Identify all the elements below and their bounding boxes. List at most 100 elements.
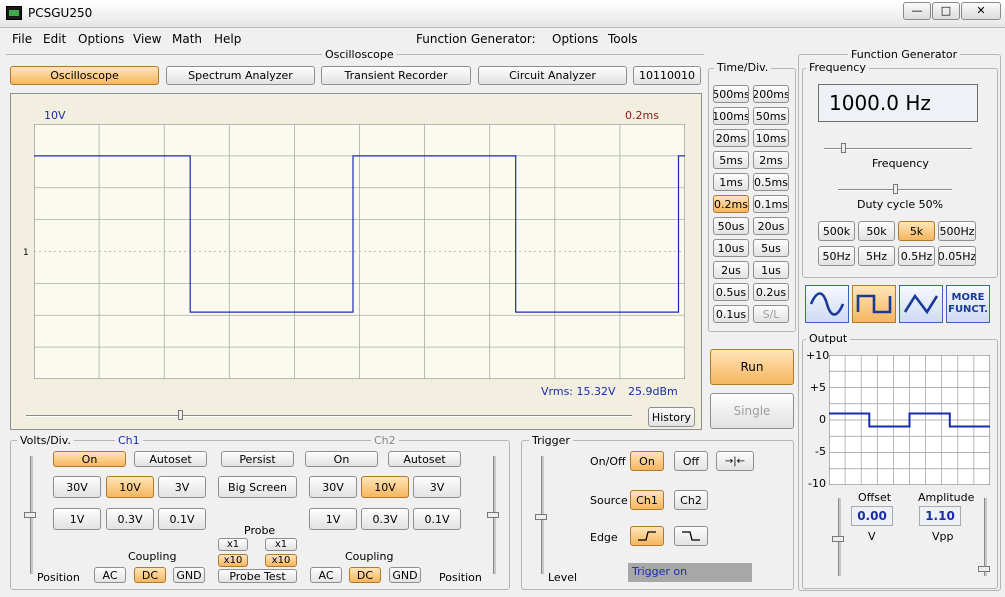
big-screen-button[interactable]: Big Screen — [218, 476, 297, 498]
sine-wave-icon[interactable] — [805, 285, 849, 323]
timediv-button-5ms[interactable]: 5ms — [713, 151, 749, 169]
more-functions-button[interactable]: MORE FUNCT. — [946, 285, 990, 323]
minimize-button[interactable]: — — [903, 2, 931, 20]
fg-range-0-5hz[interactable]: 0.5Hz — [898, 246, 935, 266]
menu-options[interactable]: Options — [78, 32, 124, 46]
amplitude-slider[interactable] — [984, 498, 987, 576]
offset-slider-thumb[interactable] — [832, 536, 844, 542]
timediv-button-2us[interactable]: 2us — [713, 261, 749, 279]
ch1-position-thumb[interactable] — [24, 512, 36, 518]
ch1-range-1v[interactable]: 1V — [53, 508, 101, 530]
frequency-slider[interactable] — [824, 148, 972, 150]
duty-cycle-thumb[interactable] — [893, 184, 898, 194]
timediv-button-0-2ms[interactable]: 0.2ms — [713, 195, 749, 213]
ch2-coupling-ac[interactable]: AC — [310, 567, 342, 583]
ch1-range-30v[interactable]: 30V — [53, 476, 101, 498]
fg-range-5hz[interactable]: 5Hz — [858, 246, 895, 266]
trigger-source-ch1[interactable]: Ch1 — [630, 490, 664, 510]
timediv-button-10us[interactable]: 10us — [713, 239, 749, 257]
offset-value[interactable]: 0.00 — [851, 506, 893, 526]
ch2-autoset-button[interactable]: Autoset — [388, 451, 461, 467]
rising-edge-icon[interactable] — [630, 526, 664, 546]
ch2-coupling-dc[interactable]: DC — [349, 567, 381, 583]
maximize-button[interactable]: □ — [932, 2, 960, 20]
ch1-range-10v[interactable]: 10V — [106, 476, 154, 498]
ch2-range-0-1v[interactable]: 0.1V — [413, 508, 461, 530]
timediv-button-20ms[interactable]: 20ms — [713, 129, 749, 147]
menu-math[interactable]: Math — [172, 32, 202, 46]
timediv-button-0-1ms[interactable]: 0.1ms — [753, 195, 789, 213]
timediv-button-10ms[interactable]: 10ms — [753, 129, 789, 147]
frequency-slider-thumb[interactable] — [841, 143, 846, 153]
tab-transient-recorder[interactable]: Transient Recorder — [321, 66, 471, 85]
menu-edit[interactable]: Edit — [43, 32, 66, 46]
triangle-wave-icon[interactable] — [899, 285, 943, 323]
fg-range-5k[interactable]: 5k — [898, 221, 935, 241]
ch2-range-3v[interactable]: 3V — [413, 476, 461, 498]
tab-logic-analyzer[interactable]: 10110010 — [633, 66, 701, 85]
timediv-button-0-2us[interactable]: 0.2us — [753, 283, 789, 301]
ch2-range-0-3v[interactable]: 0.3V — [361, 508, 409, 530]
ch2-range-30v[interactable]: 30V — [309, 476, 357, 498]
fg-range-50k[interactable]: 50k — [858, 221, 895, 241]
ch2-range-10v[interactable]: 10V — [361, 476, 409, 498]
ch2-probe-x1[interactable]: x1 — [265, 538, 297, 551]
timediv-button-200ms[interactable]: 200ms — [753, 85, 789, 103]
ch2-probe-x10[interactable]: x10 — [265, 554, 297, 567]
ch1-coupling-ac[interactable]: AC — [94, 567, 126, 583]
single-button[interactable]: Single — [710, 393, 794, 429]
fg-range-500hz[interactable]: 500Hz — [938, 221, 976, 241]
ch1-on-button[interactable]: On — [53, 451, 126, 467]
probe-test-button[interactable]: Probe Test — [218, 569, 297, 583]
timediv-button-0-5us[interactable]: 0.5us — [713, 283, 749, 301]
ch2-coupling-gnd[interactable]: GND — [389, 567, 421, 583]
timediv-button-20us[interactable]: 20us — [753, 217, 789, 235]
ch2-position-thumb[interactable] — [487, 512, 499, 518]
trigger-on-button[interactable]: On — [630, 451, 664, 471]
fg-range-0-05hz[interactable]: 0.05Hz — [938, 246, 976, 266]
menu-fg-tools[interactable]: Tools — [608, 32, 638, 46]
ch1-coupling-gnd[interactable]: GND — [173, 567, 205, 583]
timediv-button-0-1us[interactable]: 0.1us — [713, 305, 749, 323]
square-wave-icon[interactable] — [852, 285, 896, 323]
trigger-off-button[interactable]: Off — [674, 451, 708, 471]
ch1-range-0-1v[interactable]: 0.1V — [158, 508, 206, 530]
ch2-range-1v[interactable]: 1V — [309, 508, 357, 530]
tab-oscilloscope[interactable]: Oscilloscope — [10, 66, 159, 85]
timediv-button-0-5ms[interactable]: 0.5ms — [753, 173, 789, 191]
amplitude-value[interactable]: 1.10 — [919, 506, 961, 526]
ch2-on-button[interactable]: On — [305, 451, 378, 467]
close-button[interactable]: ✕ — [961, 2, 1001, 20]
menu-file[interactable]: File — [12, 32, 32, 46]
tab-spectrum-analyzer[interactable]: Spectrum Analyzer — [166, 66, 315, 85]
tab-circuit-analyzer[interactable]: Circuit Analyzer — [478, 66, 627, 85]
trigger-source-ch2[interactable]: Ch2 — [674, 490, 708, 510]
trigger-center-icon[interactable]: →|← — [716, 451, 754, 471]
menu-view[interactable]: View — [133, 32, 161, 46]
ch1-probe-x1[interactable]: x1 — [218, 538, 248, 551]
timediv-button-2ms[interactable]: 2ms — [753, 151, 789, 169]
amplitude-slider-thumb[interactable] — [978, 566, 990, 572]
timediv-button-5us[interactable]: 5us — [753, 239, 789, 257]
horizontal-position-thumb[interactable] — [178, 410, 183, 420]
fg-range-500k[interactable]: 500k — [818, 221, 855, 241]
horizontal-position-slider[interactable] — [26, 415, 632, 417]
menu-help[interactable]: Help — [214, 32, 241, 46]
timediv-button-100ms[interactable]: 100ms — [713, 107, 749, 125]
timediv-button-1us[interactable]: 1us — [753, 261, 789, 279]
trigger-level-thumb[interactable] — [535, 514, 547, 520]
ch1-range-0-3v[interactable]: 0.3V — [106, 508, 154, 530]
ch1-range-3v[interactable]: 3V — [158, 476, 206, 498]
timediv-button-50us[interactable]: 50us — [713, 217, 749, 235]
falling-edge-icon[interactable] — [674, 526, 708, 546]
run-button[interactable]: Run — [710, 349, 794, 385]
timediv-button-50ms[interactable]: 50ms — [753, 107, 789, 125]
fg-range-50hz[interactable]: 50Hz — [818, 246, 855, 266]
history-button[interactable]: History — [648, 407, 695, 427]
menu-fg-options[interactable]: Options — [552, 32, 598, 46]
timediv-button-S-L[interactable]: S/L — [753, 305, 789, 323]
ch1-autoset-button[interactable]: Autoset — [134, 451, 207, 467]
timediv-button-1ms[interactable]: 1ms — [713, 173, 749, 191]
ch1-probe-x10[interactable]: x10 — [218, 554, 248, 567]
ch1-coupling-dc[interactable]: DC — [134, 567, 166, 583]
